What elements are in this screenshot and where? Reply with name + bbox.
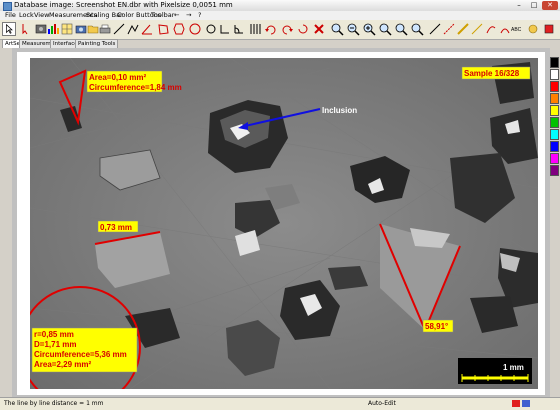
scale-bar-label: 1 mm	[503, 363, 524, 372]
polyline-icon[interactable]	[126, 22, 140, 36]
status-text: The line by line distance = 1 mm	[4, 400, 104, 407]
color-swatch-purple[interactable]	[550, 165, 559, 176]
color-swatch-cyan[interactable]	[550, 129, 559, 140]
redo-icon[interactable]	[280, 22, 294, 36]
window-title: Database image: Screenshot EN.dbr with P…	[14, 1, 233, 9]
arc-icon[interactable]	[204, 22, 218, 36]
zoom-in-icon[interactable]	[330, 22, 344, 36]
undo-icon[interactable]	[264, 22, 278, 36]
line-draw-icon[interactable]	[428, 22, 442, 36]
color-swatch-blue[interactable]	[550, 141, 559, 152]
text-icon[interactable]: ABC	[511, 22, 525, 36]
zoom-reset-icon[interactable]	[410, 22, 424, 36]
protractor-icon[interactable]	[232, 22, 246, 36]
grid-icon[interactable]	[60, 22, 74, 36]
color-swatch-white[interactable]	[550, 69, 559, 80]
zoom-width-icon[interactable]	[378, 22, 392, 36]
status-bar: The line by line distance = 1 mm Auto-Ed…	[0, 397, 560, 410]
menu-lock[interactable]: Lock	[19, 11, 34, 20]
zoom-fit-icon[interactable]	[362, 22, 376, 36]
grid-lines-icon[interactable]	[248, 22, 262, 36]
menu-help[interactable]: ?	[198, 11, 201, 20]
pointer-icon[interactable]	[2, 22, 16, 36]
toolbar: ABC	[0, 20, 560, 40]
sample-label: Sample 16/328	[464, 69, 520, 78]
angle-tool-icon[interactable]	[218, 22, 232, 36]
color-swatch-green[interactable]	[550, 117, 559, 128]
zoom-area-icon[interactable]	[394, 22, 408, 36]
minimize-button[interactable]: –	[512, 1, 526, 10]
tab-strip: ArtSet Measurement Interfaces Painting T…	[0, 39, 120, 48]
circle-area-label: Area=2,29 mm²	[34, 360, 91, 369]
status-mode: Auto-Edit	[368, 400, 396, 407]
color-icon[interactable]	[542, 22, 556, 36]
font-icon[interactable]	[526, 22, 540, 36]
app-icon	[3, 2, 12, 11]
menu-forward[interactable]: →	[186, 11, 191, 20]
circle-icon[interactable]	[172, 22, 186, 36]
angle-label: 58,91°	[425, 322, 448, 331]
menu-view[interactable]: View	[34, 11, 49, 20]
brush-icon[interactable]	[484, 22, 498, 36]
color-palette	[550, 57, 559, 257]
ellipse-icon[interactable]	[188, 22, 202, 36]
menu-back[interactable]: ←	[174, 11, 179, 20]
pencil-icon[interactable]	[470, 22, 484, 36]
maximize-button[interactable]: □	[527, 1, 541, 10]
circle-radius-label: r=0,85 mm	[34, 330, 74, 339]
status-indicator-blue	[522, 400, 530, 407]
circle-circumference-label: Circumference=5,36 mm	[34, 350, 127, 359]
workspace[interactable]: Area=0,10 mm² Circumference=1,84 mm Incl…	[12, 48, 550, 397]
color-swatch-magenta[interactable]	[550, 153, 559, 164]
pen-icon[interactable]	[456, 22, 470, 36]
close-button[interactable]: ✕	[542, 1, 558, 10]
histogram-icon[interactable]	[46, 22, 60, 36]
menu-file[interactable]: File	[5, 11, 16, 20]
image-sheet: Area=0,10 mm² Circumference=1,84 mm Incl…	[17, 52, 545, 395]
delete-icon[interactable]	[312, 22, 326, 36]
polygon-icon[interactable]	[156, 22, 170, 36]
menu-toolbar[interactable]: Toolbar	[151, 11, 174, 20]
length-label: 0,73 mm	[100, 223, 132, 232]
circle-diameter-label: D=1,71 mm	[34, 340, 76, 349]
micrograph-image[interactable]: Area=0,10 mm² Circumference=1,84 mm Incl…	[30, 58, 538, 389]
left-panel	[0, 48, 12, 397]
color-swatch-black[interactable]	[550, 57, 559, 68]
area-label: Area=0,10 mm²	[89, 73, 146, 82]
angle-icon[interactable]	[140, 22, 154, 36]
color-swatch-red[interactable]	[550, 81, 559, 92]
tab-painting-tools[interactable]: Painting Tools	[75, 39, 119, 48]
color-swatch-orange[interactable]	[550, 93, 559, 104]
svg-text:ABC: ABC	[511, 27, 522, 33]
arc-draw-icon[interactable]	[498, 22, 512, 36]
print-icon[interactable]	[98, 22, 112, 36]
status-indicator-red	[512, 400, 520, 407]
inclusion-label: Inclusion	[322, 106, 357, 115]
menu-bar: File Lock View Measurements Scaling Bar …	[0, 11, 560, 20]
cursor-icon[interactable]	[18, 22, 32, 36]
dash-icon[interactable]	[442, 22, 456, 36]
circumference-label: Circumference=1,84 mm	[89, 83, 182, 92]
erase-icon[interactable]	[296, 22, 310, 36]
zoom-out-icon[interactable]	[346, 22, 360, 36]
color-swatch-yellow[interactable]	[550, 105, 559, 116]
line-icon[interactable]	[112, 22, 126, 36]
